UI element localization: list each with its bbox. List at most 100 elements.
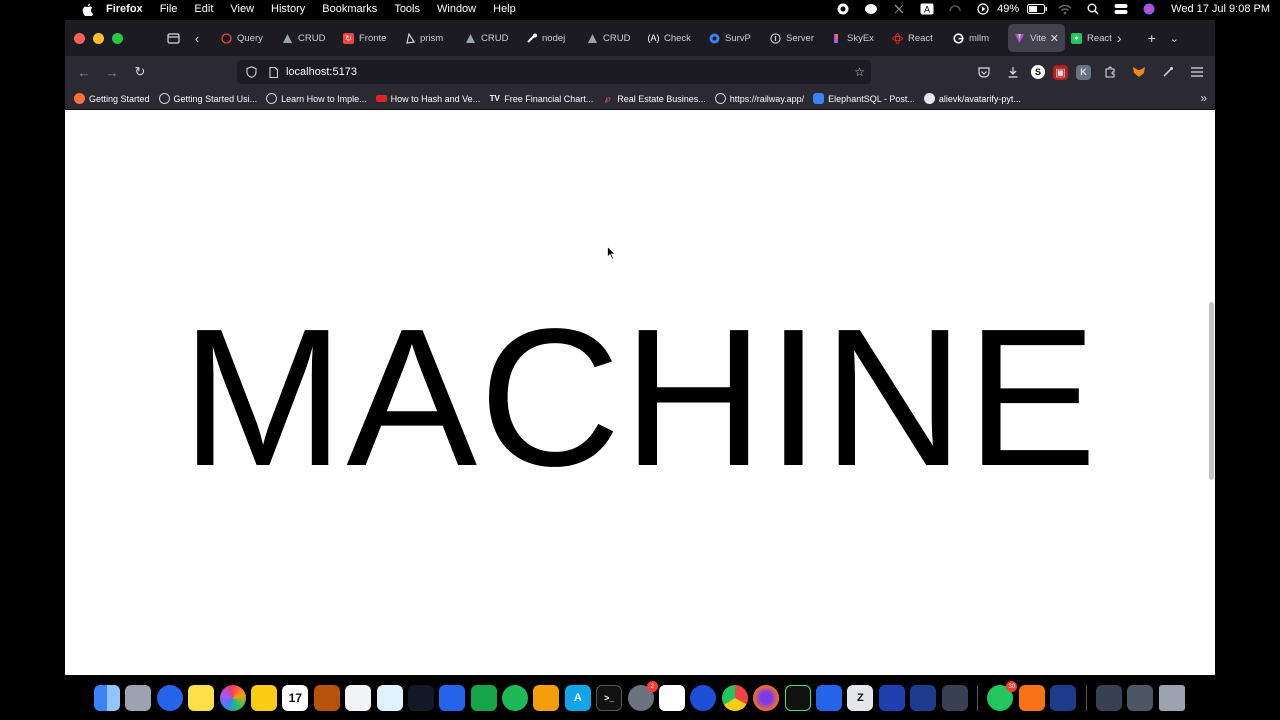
bookmark-item[interactable]: Getting Started xyxy=(74,93,150,104)
tab-server[interactable]: Server xyxy=(764,24,825,52)
apple-icon[interactable] xyxy=(80,2,94,16)
activity-monitor-icon[interactable] xyxy=(407,685,434,711)
spotify-icon[interactable] xyxy=(502,685,529,711)
bookmark-item[interactable]: Getting Started Usi... xyxy=(158,93,257,104)
tab-frontend[interactable]: ↻ Fronte xyxy=(337,24,398,52)
tab-skyex[interactable]: SkyEx xyxy=(825,24,886,52)
tab-query[interactable]: Query xyxy=(215,24,276,52)
script-editor-icon[interactable]: Z xyxy=(847,685,874,711)
address-bar[interactable]: localhost:5173 ☆ xyxy=(237,60,871,84)
archive-icon[interactable] xyxy=(313,685,340,711)
menu-help[interactable]: Help xyxy=(493,3,516,15)
page-scrollbar[interactable] xyxy=(1209,302,1214,480)
menu-edit[interactable]: Edit xyxy=(194,3,213,15)
menu-tools[interactable]: Tools xyxy=(394,3,420,15)
spotlight-search-icon[interactable] xyxy=(1079,0,1107,18)
downloads-stack-icon[interactable] xyxy=(1095,685,1122,711)
photos-icon[interactable] xyxy=(219,685,246,711)
calculator-icon[interactable] xyxy=(941,685,968,711)
onepassword-icon[interactable] xyxy=(690,685,717,711)
vscode-icon[interactable] xyxy=(910,685,937,711)
launchpad-icon[interactable] xyxy=(125,685,152,711)
menu-file[interactable]: File xyxy=(160,3,178,15)
bookmarks-overflow-icon[interactable]: » xyxy=(1200,91,1207,105)
record-icon[interactable] xyxy=(829,0,857,18)
firefox-view-icon[interactable] xyxy=(161,26,185,50)
slack-icon[interactable] xyxy=(659,685,686,711)
zoom-icon[interactable] xyxy=(815,685,842,711)
tab-nodejs[interactable]: nodej xyxy=(520,24,581,52)
tab-prisma[interactable]: prism xyxy=(398,24,459,52)
safari-icon[interactable] xyxy=(156,685,183,711)
extension-red-icon[interactable]: ▣ xyxy=(1053,64,1068,80)
documents-stack-icon[interactable] xyxy=(1127,685,1154,711)
window-minimize-button[interactable] xyxy=(93,32,104,44)
system-settings-icon[interactable]: 2 xyxy=(627,681,658,711)
scroll-tabs-left-icon[interactable]: ‹ xyxy=(185,26,209,50)
elephant-icon[interactable] xyxy=(857,0,885,18)
window-maximize-button[interactable] xyxy=(112,32,123,44)
firefox-icon[interactable] xyxy=(753,685,780,711)
stickies-icon[interactable] xyxy=(250,685,277,711)
menu-history[interactable]: History xyxy=(271,3,305,15)
extensions-puzzle-icon[interactable] xyxy=(1099,62,1120,83)
vscode-icon-2[interactable] xyxy=(1050,685,1077,711)
play-icon[interactable] xyxy=(969,0,997,18)
headphones-icon[interactable] xyxy=(941,0,969,18)
account-s-icon[interactable]: S xyxy=(1031,65,1045,79)
tab-close-icon[interactable]: ✕ xyxy=(1050,32,1059,45)
window-close-button[interactable] xyxy=(74,32,85,44)
reload-icon[interactable]: ↻ xyxy=(126,58,154,86)
menu-window[interactable]: Window xyxy=(437,3,476,15)
trash-icon[interactable] xyxy=(1158,685,1185,711)
calendar-icon[interactable]: 17 xyxy=(282,685,309,711)
app-store-icon[interactable]: A xyxy=(564,685,591,711)
tab-crud-3[interactable]: CRUD xyxy=(581,24,642,52)
tab-check[interactable]: (A) Check xyxy=(642,24,703,52)
bookmark-item[interactable]: alievk/avatarify-pyt... xyxy=(923,93,1021,104)
menu-view[interactable]: View xyxy=(230,3,254,15)
iterm-icon[interactable] xyxy=(784,685,811,711)
tab-survey[interactable]: SurvP xyxy=(703,24,764,52)
menu-app-name[interactable]: Firefox xyxy=(106,3,143,15)
forward-icon[interactable]: → xyxy=(98,58,126,86)
bookmark-item[interactable]: https://railway.app/ xyxy=(714,93,804,104)
scroll-tabs-right-icon[interactable]: › xyxy=(1117,30,1122,46)
bookmark-item[interactable]: How to Hash and Ve... xyxy=(375,94,480,104)
tab-vite-active[interactable]: Vite ✕ xyxy=(1008,24,1065,52)
bookmark-item[interactable]: Learn How to Imple... xyxy=(266,93,367,104)
freeform-icon[interactable] xyxy=(376,685,403,711)
mute-icon[interactable] xyxy=(885,0,913,18)
bookmark-item[interactable]: ℘ Real Estate Busines... xyxy=(602,93,706,104)
whatsapp-icon[interactable]: 30 xyxy=(987,681,1018,711)
bookmark-item[interactable]: TV Free Financial Chart... xyxy=(489,93,594,104)
tab-mllm[interactable]: mllm xyxy=(947,24,1008,52)
back-icon[interactable]: ← xyxy=(70,58,98,86)
xcode-icon[interactable] xyxy=(878,685,905,711)
url-text[interactable]: localhost:5173 xyxy=(286,66,357,78)
keyboard-input-icon[interactable]: A xyxy=(913,0,941,18)
new-tab-icon[interactable]: + xyxy=(1148,30,1156,46)
battery-icon[interactable] xyxy=(1023,0,1051,18)
siri-icon[interactable] xyxy=(1135,0,1163,18)
tab-crud-1[interactable]: CRUD xyxy=(276,24,337,52)
wifi-icon[interactable] xyxy=(1051,0,1079,18)
bookmark-star-icon[interactable]: ☆ xyxy=(854,65,865,79)
numbers-icon[interactable] xyxy=(470,685,497,711)
bookmark-item[interactable]: ElephantSQL - Post... xyxy=(813,93,915,104)
page-info-icon[interactable] xyxy=(265,64,281,80)
extension-k-icon[interactable]: K xyxy=(1076,64,1091,80)
app-menu-icon[interactable] xyxy=(1186,62,1207,83)
tab-crud-2[interactable]: CRUD xyxy=(459,24,520,52)
control-center-icon[interactable] xyxy=(1107,0,1135,18)
menu-bookmarks[interactable]: Bookmarks xyxy=(322,3,377,15)
tracking-protection-icon[interactable] xyxy=(243,64,259,80)
postman-icon[interactable] xyxy=(1018,685,1045,711)
reminders-icon[interactable] xyxy=(345,685,372,711)
color-picker-icon[interactable] xyxy=(1157,62,1178,83)
chrome-icon[interactable] xyxy=(721,685,748,711)
notes-icon[interactable] xyxy=(188,685,215,711)
menubar-clock[interactable]: Wed 17 Jul 9:08 PM xyxy=(1171,3,1270,15)
finder-icon[interactable] xyxy=(94,685,120,711)
metamask-fox-icon[interactable] xyxy=(1128,62,1149,83)
